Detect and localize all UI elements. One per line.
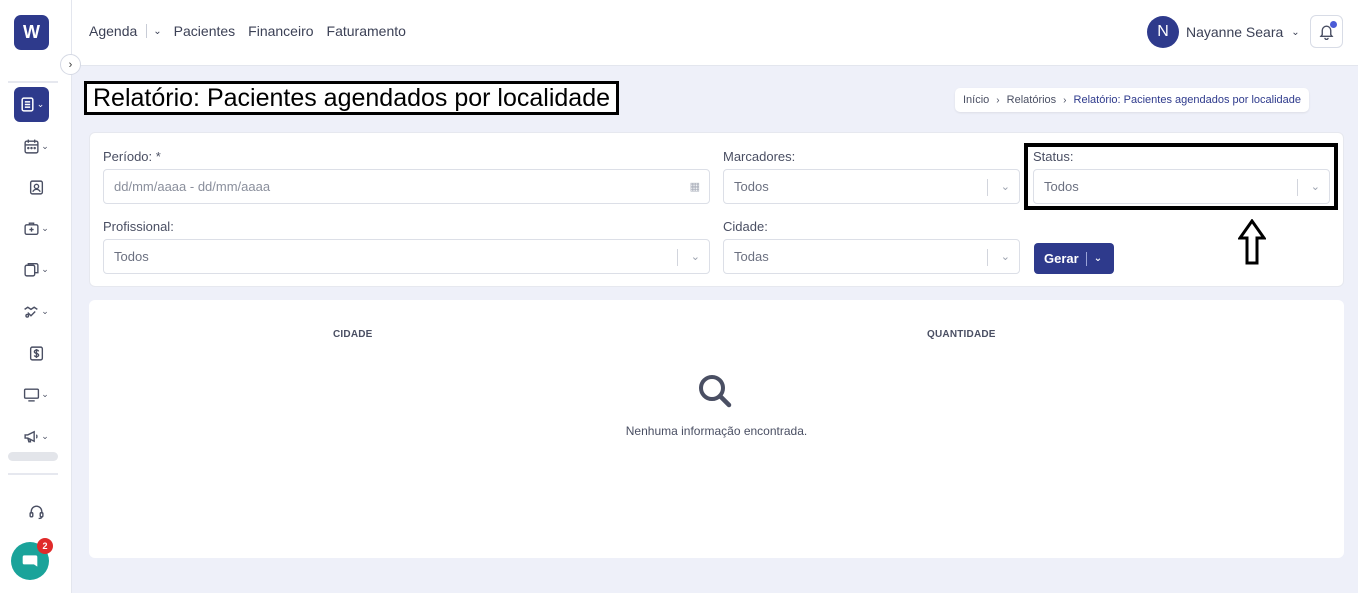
select-separator <box>677 249 678 266</box>
chevron-down-icon: ⌄ <box>41 222 49 233</box>
medical-case-icon <box>24 221 39 235</box>
page-title: Relatório: Pacientes agendados por local… <box>84 81 620 115</box>
cidade-select[interactable]: Todas ⌄ <box>723 239 1020 274</box>
chevron-down-icon[interactable]: ⌄ <box>1001 180 1010 193</box>
nav-agenda[interactable]: Agenda <box>89 23 137 39</box>
button-separator <box>1085 251 1087 266</box>
generate-button[interactable]: Gerar ⌄ <box>1034 243 1114 274</box>
sidebar-item-patients[interactable] <box>16 172 56 202</box>
marcadores-select[interactable]: Todos ⌄ <box>723 169 1020 204</box>
top-navigation: Agenda ⌄ Pacientes Financeiro Faturament… <box>89 23 419 39</box>
chevron-down-icon: ⌄ <box>41 430 49 441</box>
calendar-icon <box>24 139 39 154</box>
nav-pacientes[interactable]: Pacientes <box>174 23 235 39</box>
user-menu[interactable]: N Nayanne Seara ⌄ <box>1147 16 1300 48</box>
nav-separator <box>146 24 148 38</box>
profissional-label: Profissional: <box>103 219 174 234</box>
chevron-right-icon: › <box>1063 94 1067 106</box>
select-separator <box>987 179 988 196</box>
sidebar-item-documents[interactable]: ⌄ <box>16 254 56 284</box>
chevron-down-icon: ⌄ <box>41 388 49 399</box>
user-name[interactable]: Nayanne Seara <box>1186 24 1283 40</box>
chevron-right-icon: › <box>996 94 1000 106</box>
marcadores-value: Todos <box>734 179 769 194</box>
sidebar: W ⌄ ⌄ ⌄ ⌄ ⌄ ⌄ ⌄ <box>0 0 72 593</box>
results-table: CIDADE QUANTIDADE Nenhuma informação enc… <box>89 300 1344 558</box>
chevron-down-icon: ⌄ <box>36 99 45 109</box>
megaphone-icon <box>24 430 38 443</box>
top-bar: Agenda ⌄ Pacientes Financeiro Faturament… <box>72 0 1358 66</box>
marcadores-label: Marcadores: <box>723 149 796 164</box>
breadcrumb: Início › Relatórios › Relatório: Pacient… <box>955 88 1310 112</box>
sidebar-item-agreements[interactable]: ⌄ <box>16 296 56 326</box>
profissional-select[interactable]: Todos ⌄ <box>103 239 710 274</box>
select-separator <box>987 249 988 266</box>
breadcrumb-home[interactable]: Início <box>963 94 989 106</box>
monitor-icon <box>24 387 40 402</box>
empty-state-message: Nenhuma informação encontrada. <box>625 424 808 438</box>
search-icon <box>699 375 732 408</box>
sidebar-item-monitor[interactable]: ⌄ <box>16 379 56 409</box>
chevron-down-icon[interactable]: ⌄ <box>1094 253 1102 264</box>
documents-icon <box>24 262 39 277</box>
chevron-down-icon[interactable]: ⌄ <box>1001 250 1010 263</box>
chevron-down-icon: ⌄ <box>41 305 49 316</box>
calendar-icon[interactable]: ▦ <box>690 180 700 193</box>
sidebar-divider <box>8 81 58 83</box>
profissional-value: Todos <box>114 249 149 264</box>
report-icon <box>21 97 34 112</box>
cidade-value: Todas <box>734 249 769 264</box>
handshake-icon <box>24 305 38 318</box>
periodo-date-range-input[interactable]: dd/mm/aaaa - dd/mm/aaaa ▦ <box>103 169 710 204</box>
annotation-arrow-up-icon <box>1238 219 1266 265</box>
headset-icon <box>28 505 44 519</box>
sidebar-item-marketing[interactable]: ⌄ <box>16 421 56 451</box>
chevron-down-icon: ⌄ <box>41 140 49 151</box>
generate-label: Gerar <box>1044 251 1079 266</box>
dollar-icon <box>29 345 43 361</box>
periodo-placeholder: dd/mm/aaaa - dd/mm/aaaa <box>114 179 271 194</box>
chevron-down-icon[interactable]: ⌄ <box>153 26 161 37</box>
breadcrumb-reports[interactable]: Relatórios <box>1007 94 1057 106</box>
chevron-down-icon[interactable]: ⌄ <box>1291 27 1299 38</box>
status-highlight-box <box>1024 143 1338 210</box>
chevron-right-icon: › <box>68 58 73 71</box>
breadcrumb-current: Relatório: Pacientes agendados por local… <box>1073 94 1302 106</box>
nav-faturamento[interactable]: Faturamento <box>327 23 406 39</box>
notification-dot <box>1330 21 1337 28</box>
sidebar-item-support[interactable] <box>16 496 56 526</box>
sidebar-divider <box>8 473 58 475</box>
sidebar-toggle-button[interactable]: › <box>60 54 81 75</box>
notifications-button[interactable] <box>1310 15 1343 48</box>
periodo-label: Período: * <box>103 149 161 164</box>
nav-financeiro[interactable]: Financeiro <box>248 23 313 39</box>
sidebar-item-finance[interactable] <box>16 338 56 368</box>
avatar[interactable]: N <box>1147 16 1179 48</box>
app-logo[interactable]: W <box>14 15 49 50</box>
cidade-label: Cidade: <box>723 219 768 234</box>
column-header-quantidade[interactable]: QUANTIDADE <box>927 329 996 340</box>
sidebar-scrollbar[interactable] <box>8 452 58 461</box>
chat-icon <box>22 555 38 567</box>
sidebar-item-medical[interactable]: ⌄ <box>16 213 56 243</box>
chat-badge: 2 <box>37 538 53 554</box>
chevron-down-icon: ⌄ <box>41 263 49 274</box>
sidebar-item-calendar[interactable]: ⌄ <box>16 131 56 161</box>
sidebar-item-reports[interactable]: ⌄ <box>14 87 49 122</box>
patient-card-icon <box>29 179 43 195</box>
column-header-cidade[interactable]: CIDADE <box>333 329 373 340</box>
chevron-down-icon[interactable]: ⌄ <box>691 250 700 263</box>
